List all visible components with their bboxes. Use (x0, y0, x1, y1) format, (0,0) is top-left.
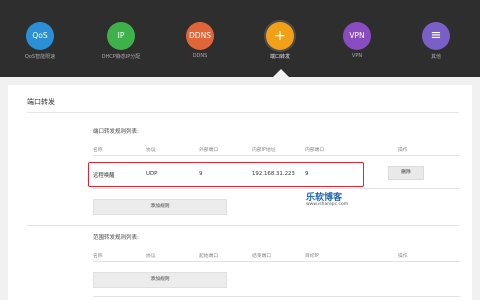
range-col-name: 名称 (93, 254, 103, 259)
highlight-box (88, 162, 364, 187)
row-divider (93, 188, 460, 189)
nav-label-other: 其他 (430, 54, 441, 60)
section-divider (27, 225, 459, 226)
forward-list-title: 端口转发规则列表: (93, 129, 139, 135)
port-forward-icon: + (266, 22, 294, 50)
qos-icon: QoS (26, 22, 54, 50)
menu-icon: ≡ (422, 22, 450, 50)
col-name: 名称 (93, 148, 103, 153)
range-list-title: 范围转发规则列表: (93, 235, 139, 241)
nav-label-port-forward: 端口转发 (269, 54, 290, 60)
nav-label-ddns: DDNS (192, 53, 208, 59)
panel-title: 端口转发 (27, 98, 55, 106)
port-forward-panel: 端口转发 端口转发规则列表: 名称 协议 外部端口 内部IP地址 内部端口 操作… (8, 85, 472, 300)
nav-label-dhcp: DHCP静态IP分配 (101, 54, 141, 60)
range-col-target-ip: 目标IP (305, 254, 319, 259)
col-ip: 内部IP地址 (252, 148, 276, 153)
top-nav-bar: QoS QoS智能限速 IP DHCP静态IP分配 DDNS DDNS + 端口… (0, 0, 480, 77)
range-col-action: 操作 (398, 254, 408, 259)
range-col-protocol: 协议 (146, 254, 156, 259)
col-action: 操作 (398, 148, 408, 153)
ip-icon: IP (107, 22, 135, 50)
range-col-end-port: 结束端口 (252, 254, 272, 259)
nav-label-vpn: VPN (351, 53, 363, 59)
active-nav-pointer (273, 69, 289, 77)
range-header-divider (93, 261, 460, 262)
ddns-icon: DDNS (186, 22, 214, 50)
col-protocol: 协议 (146, 148, 156, 153)
range-bottom-divider (93, 296, 460, 297)
watermark-logo: 乐软博客 www.isharepc.com (306, 190, 376, 212)
col-int-port: 内部端口 (305, 148, 325, 153)
watermark-sub: www.isharepc.com (306, 202, 349, 207)
col-ext-port: 外部端口 (199, 148, 219, 153)
header-divider (93, 155, 460, 156)
panel-divider (27, 112, 459, 113)
nav-label-qos: QoS智能限速 (24, 54, 56, 60)
delete-button[interactable]: 删除 (388, 166, 424, 180)
add-forward-rule-button[interactable]: 添加规则 (93, 199, 227, 215)
vpn-icon: VPN (343, 22, 371, 50)
range-col-start-port: 起始端口 (199, 254, 219, 259)
add-range-rule-button[interactable]: 添加规则 (93, 272, 227, 288)
